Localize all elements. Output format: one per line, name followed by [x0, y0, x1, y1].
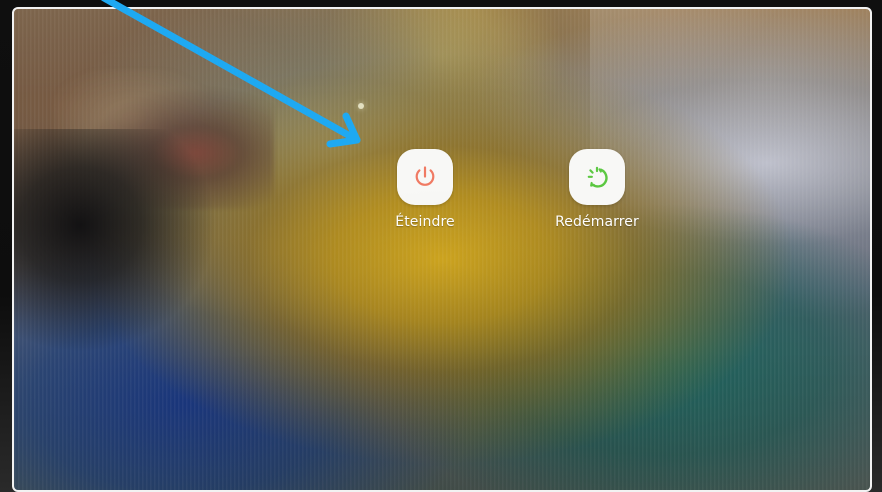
shutdown-button[interactable]: Éteindre [392, 149, 458, 229]
power-icon [415, 166, 435, 186]
restart-label: Redémarrer [555, 214, 639, 230]
photo-frame: Éteindre Redémarrer [0, 0, 882, 492]
shutdown-label: Éteindre [395, 214, 455, 230]
device-screen: Éteindre Redémarrer [12, 7, 872, 492]
power-icon-container [397, 149, 453, 205]
power-menu: Éteindre Redémarrer [14, 9, 870, 490]
restart-icon-container [569, 149, 625, 205]
restart-button[interactable]: Redémarrer [542, 149, 652, 229]
restart-icon [587, 166, 608, 188]
